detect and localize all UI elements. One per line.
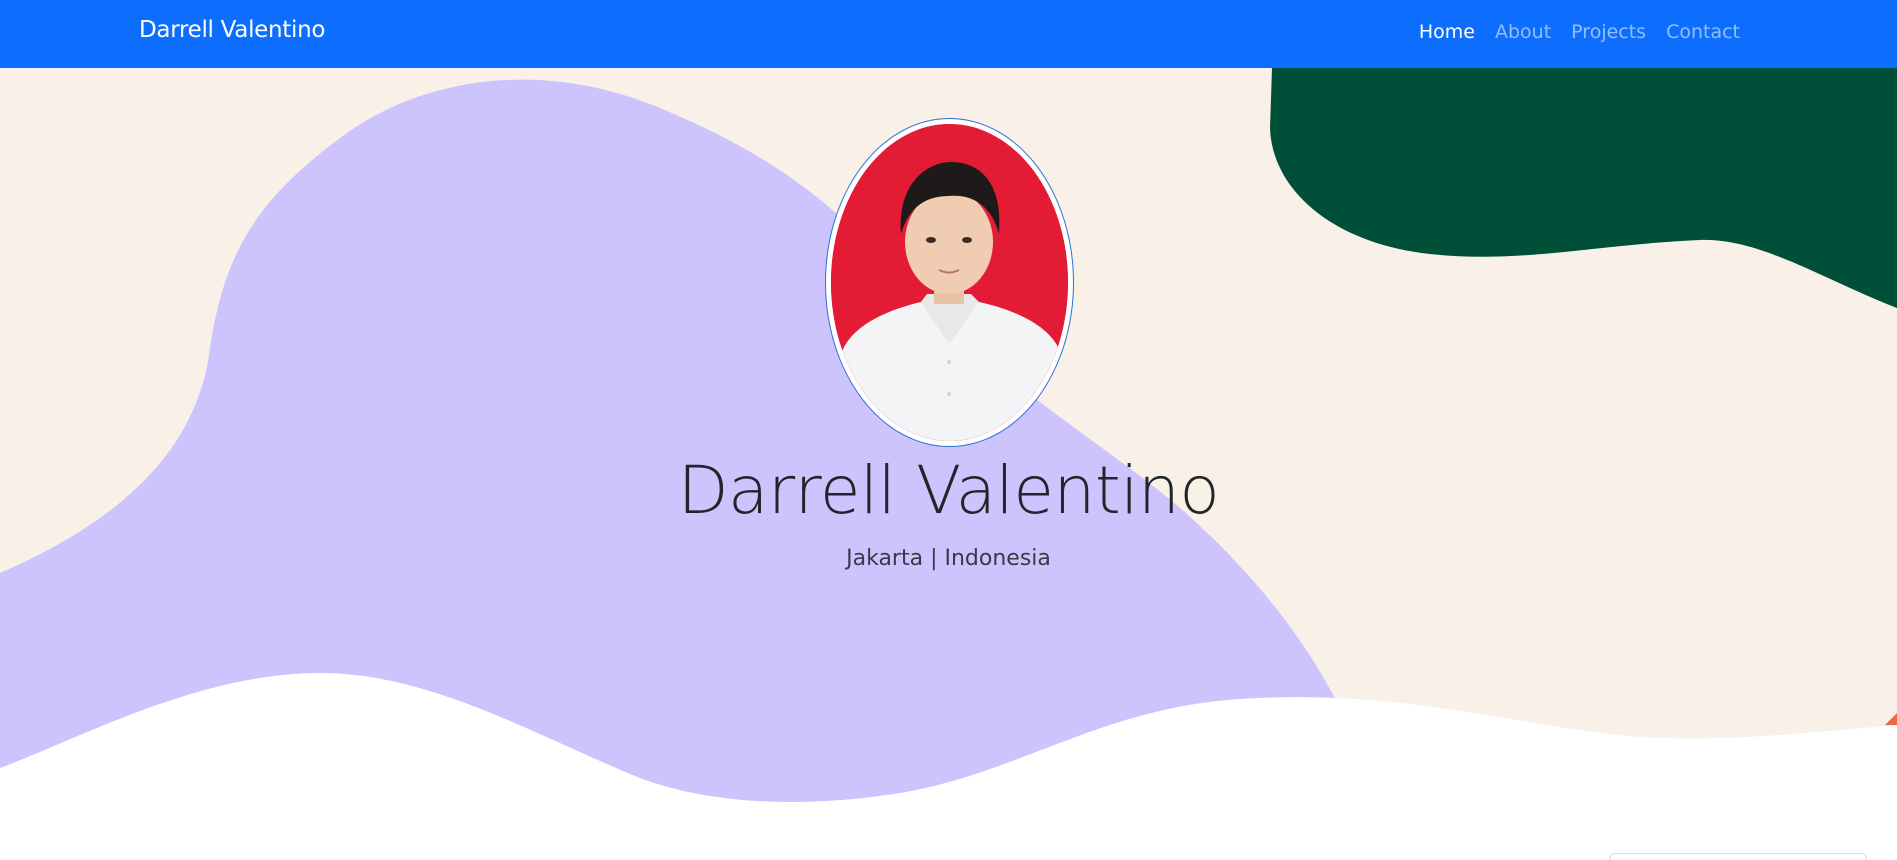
nav-link-about[interactable]: About — [1485, 21, 1561, 43]
card-top-edge — [1609, 853, 1867, 860]
profile-photo — [825, 118, 1074, 447]
hero-name: Darrell Valentino — [677, 452, 1220, 529]
navbar-brand[interactable]: Darrell Valentino — [139, 17, 325, 43]
nav-link-contact[interactable]: Contact — [1656, 21, 1750, 43]
profile-photo-image — [831, 124, 1068, 441]
top-navbar: Darrell Valentino Home About Projects Co… — [0, 0, 1897, 68]
hero-location: Jakarta | Indonesia — [846, 546, 1051, 571]
hero-section: Darrell Valentino Jakarta | Indonesia — [0, 68, 1897, 860]
nav-links: Home About Projects Contact — [1409, 21, 1750, 43]
person-illustration — [831, 124, 1068, 441]
nav-link-projects[interactable]: Projects — [1561, 21, 1656, 43]
nav-link-home[interactable]: Home — [1409, 21, 1485, 43]
